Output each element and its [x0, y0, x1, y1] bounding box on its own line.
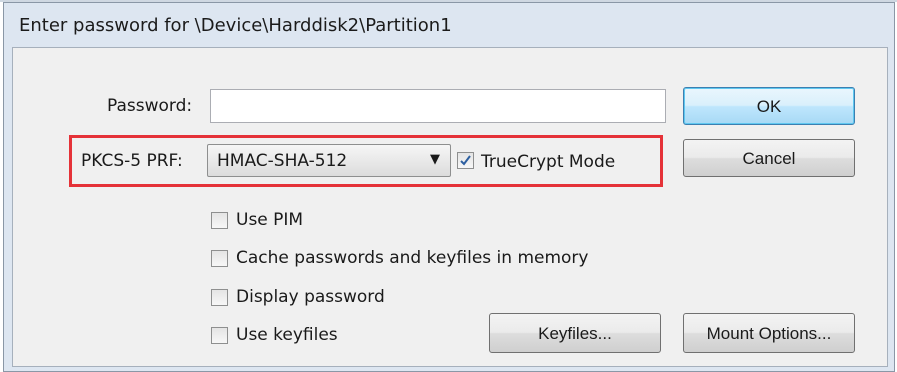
password-input[interactable] [210, 89, 666, 123]
mount-options-button[interactable]: Mount Options... [683, 313, 855, 353]
keyfiles-button[interactable]: Keyfiles... [489, 313, 661, 353]
dialog-title: Enter password for \Device\Harddisk2\Par… [19, 15, 452, 36]
prf-selected-value: HMAC-SHA-512 [217, 151, 348, 171]
use-keyfiles-checkbox[interactable] [211, 327, 228, 344]
ok-button[interactable]: OK [683, 87, 855, 125]
use-pim-checkbox[interactable] [211, 212, 228, 229]
display-password-label: Display password [236, 287, 385, 307]
prf-dropdown[interactable]: HMAC-SHA-512 ▼ [207, 144, 451, 177]
password-dialog: Enter password for \Device\Harddisk2\Par… [3, 2, 895, 372]
truecrypt-mode-checkbox[interactable] [457, 152, 474, 169]
password-label: Password: [107, 96, 193, 116]
display-password-checkbox[interactable] [211, 289, 228, 306]
use-pim-label: Use PIM [236, 210, 304, 230]
chevron-down-icon: ▼ [430, 152, 440, 167]
dialog-body: Password: PKCS-5 PRF: HMAC-SHA-512 ▼ Tru… [12, 47, 888, 367]
prf-label: PKCS-5 PRF: [81, 151, 183, 171]
truecrypt-mode-label: TrueCrypt Mode [481, 152, 616, 172]
use-keyfiles-label: Use keyfiles [236, 325, 338, 345]
cancel-button[interactable]: Cancel [683, 139, 855, 177]
checkmark-icon [460, 155, 471, 166]
cache-passwords-checkbox[interactable] [211, 250, 228, 267]
cache-passwords-label: Cache passwords and keyfiles in memory [236, 248, 589, 268]
